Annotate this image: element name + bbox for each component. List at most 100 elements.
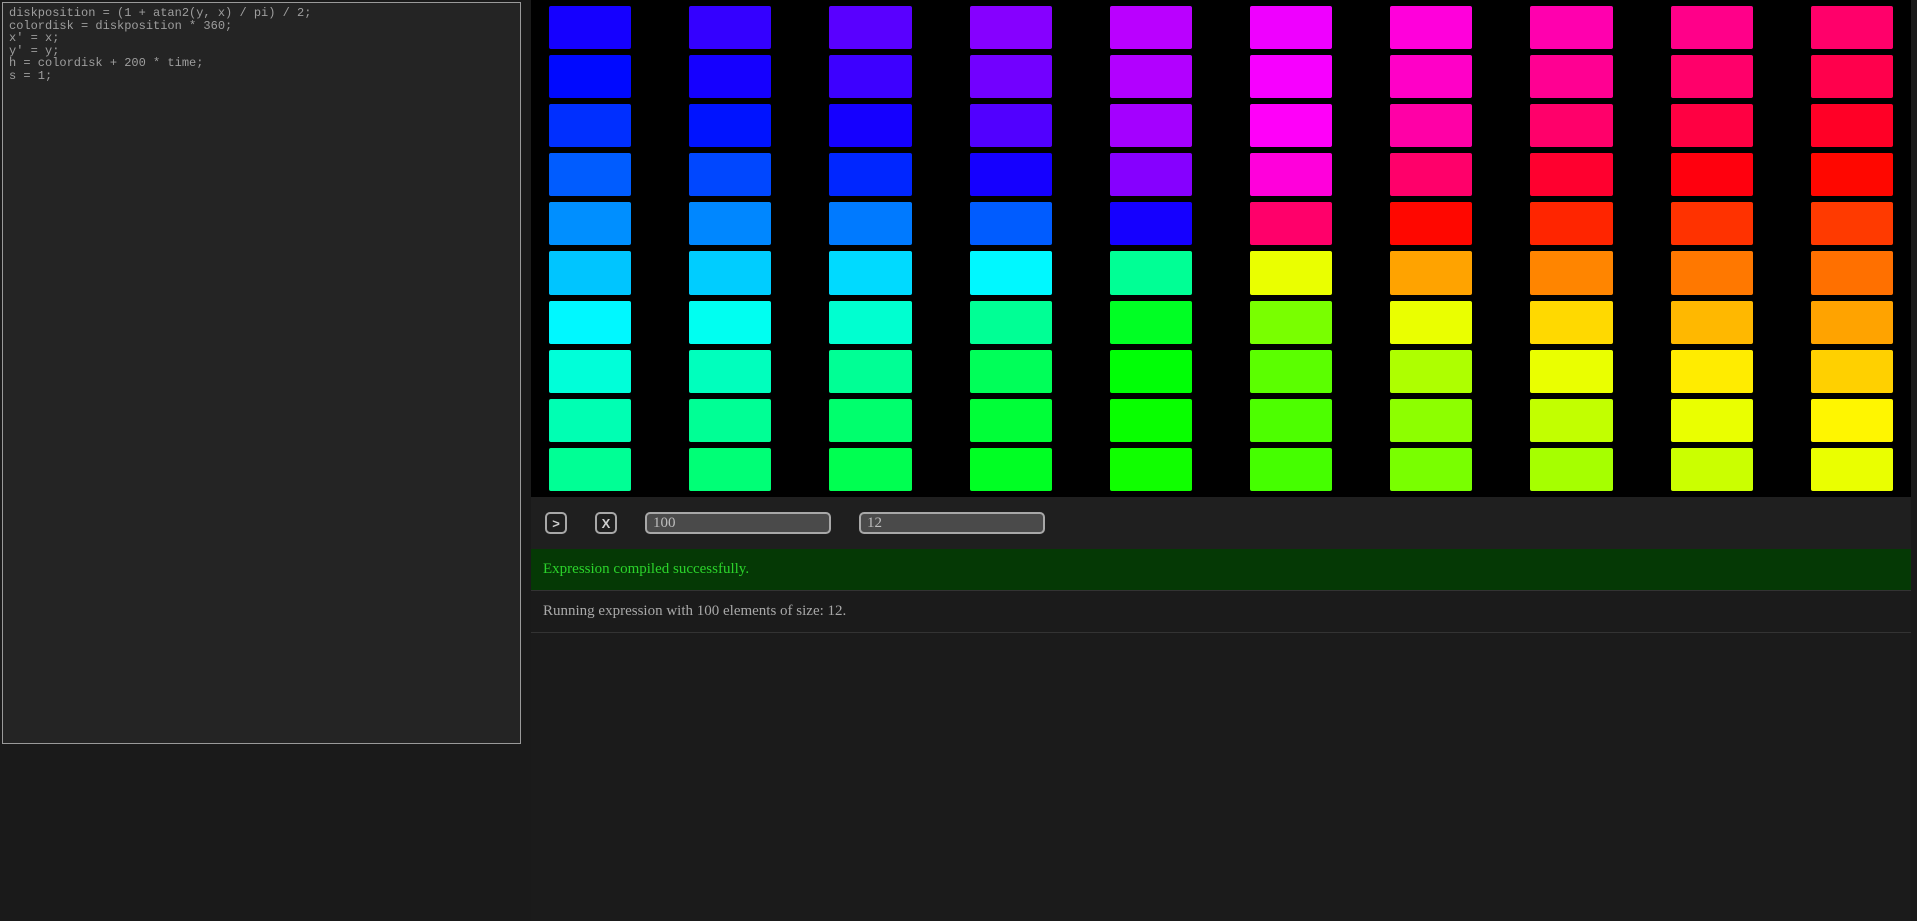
grid-cell (1530, 153, 1612, 196)
grid-cell (1811, 153, 1893, 196)
run-status: Running expression with 100 elements of … (531, 591, 1911, 633)
grid-cell (1530, 104, 1612, 147)
grid-cell (1110, 350, 1192, 393)
grid-cell (1110, 301, 1192, 344)
grid-cell (970, 399, 1052, 442)
toolbar-button-group: > X (545, 512, 617, 534)
grid-cell (970, 448, 1052, 491)
grid-cell (1530, 350, 1612, 393)
grid-cell (549, 251, 631, 294)
grid-cell (689, 399, 771, 442)
grid-cell (1671, 6, 1753, 49)
grid-cell (1390, 104, 1472, 147)
grid-cell (829, 104, 911, 147)
grid-cell (1671, 153, 1753, 196)
grid-cell (689, 301, 771, 344)
elements-input[interactable] (647, 514, 831, 532)
grid-cell (970, 251, 1052, 294)
toolbar: > X ▴ ▾ ▴ ▾ (531, 497, 1911, 549)
grid-cell (829, 350, 911, 393)
grid-cell (1250, 104, 1332, 147)
grid-cell (1390, 301, 1472, 344)
grid-cell (829, 153, 911, 196)
grid-cell (829, 251, 911, 294)
grid-cell (1390, 153, 1472, 196)
grid-cell (689, 55, 771, 98)
grid-cell (1250, 251, 1332, 294)
grid-cell (1811, 202, 1893, 245)
grid-cell (1110, 55, 1192, 98)
code-editor[interactable] (3, 3, 520, 743)
grid-cell (1250, 153, 1332, 196)
grid-cell (1811, 448, 1893, 491)
element-grid (531, 0, 1911, 497)
grid-cell (689, 153, 771, 196)
grid-cell (1250, 301, 1332, 344)
grid-cell (1250, 55, 1332, 98)
grid-cell (1671, 104, 1753, 147)
grid-cell (549, 153, 631, 196)
elements-spinbox[interactable]: ▴ ▾ (645, 512, 831, 534)
grid-cell (689, 6, 771, 49)
grid-cell (1811, 301, 1893, 344)
grid-cell (970, 104, 1052, 147)
grid-cell (1390, 399, 1472, 442)
grid-cell (970, 202, 1052, 245)
grid-cell (829, 202, 911, 245)
stop-button[interactable]: X (595, 512, 617, 534)
grid-cell (1250, 350, 1332, 393)
grid-cell (549, 399, 631, 442)
grid-cell (549, 202, 631, 245)
grid-cell (1110, 399, 1192, 442)
grid-cell (1110, 104, 1192, 147)
grid-cell (829, 301, 911, 344)
grid-cell (689, 350, 771, 393)
grid-cell (1110, 251, 1192, 294)
grid-cell (970, 6, 1052, 49)
right-panel: > X ▴ ▾ ▴ ▾ Expression compiled successf… (531, 0, 1917, 921)
grid-cell (1110, 202, 1192, 245)
grid-cell (1110, 448, 1192, 491)
grid-cell (829, 6, 911, 49)
app-root: > X ▴ ▾ ▴ ▾ Expression compiled successf… (0, 0, 1917, 921)
grid-cell (549, 55, 631, 98)
grid-cell (1110, 6, 1192, 49)
grid-cell (1390, 251, 1472, 294)
grid-cell (829, 399, 911, 442)
grid-cell (1671, 399, 1753, 442)
grid-cell (1811, 6, 1893, 49)
grid-cell (1390, 55, 1472, 98)
grid-cell (970, 301, 1052, 344)
grid-cell (549, 104, 631, 147)
grid-cell (1390, 448, 1472, 491)
render-canvas (531, 0, 1911, 497)
grid-cell (1671, 301, 1753, 344)
grid-cell (1811, 399, 1893, 442)
compile-status: Expression compiled successfully. (531, 549, 1911, 591)
grid-cell (1250, 399, 1332, 442)
grid-cell (1811, 350, 1893, 393)
grid-cell (1110, 153, 1192, 196)
grid-cell (549, 350, 631, 393)
grid-cell (970, 350, 1052, 393)
grid-cell (1250, 448, 1332, 491)
grid-cell (1811, 104, 1893, 147)
size-spinbox[interactable]: ▴ ▾ (859, 512, 1045, 534)
grid-cell (689, 448, 771, 491)
grid-cell (1530, 399, 1612, 442)
grid-cell (689, 104, 771, 147)
size-input[interactable] (861, 514, 1045, 532)
grid-cell (1250, 6, 1332, 49)
grid-cell (1811, 55, 1893, 98)
play-button[interactable]: > (545, 512, 567, 534)
grid-cell (1671, 55, 1753, 98)
grid-cell (1390, 6, 1472, 49)
grid-cell (1530, 448, 1612, 491)
grid-cell (1530, 6, 1612, 49)
grid-cell (549, 301, 631, 344)
grid-cell (689, 202, 771, 245)
grid-cell (829, 55, 911, 98)
grid-cell (1530, 251, 1612, 294)
grid-cell (1530, 301, 1612, 344)
grid-cell (1390, 202, 1472, 245)
